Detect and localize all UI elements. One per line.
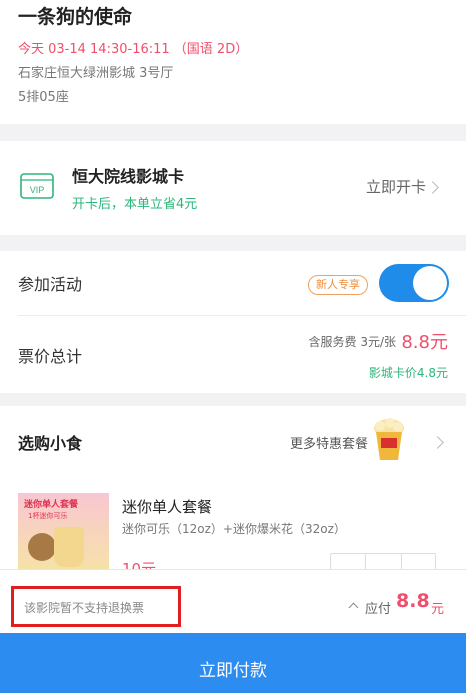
chevron-up-icon[interactable] [348,602,359,613]
snack-name: 迷你单人套餐 [122,498,213,516]
vip-card-icon: VIP [20,173,54,199]
drink-cup-graphic [54,527,84,567]
chevron-right-icon [426,181,439,194]
snacks-title: 选购小食 [18,434,83,453]
price-total-label: 票价总计 [18,347,83,366]
snack-image[interactable]: 迷你单人套餐 1杯迷你可乐 [18,493,109,573]
divider [18,315,466,316]
price-total: 8.8元 [401,332,448,353]
refund-notice: 该影院暂不支持退换票 [24,601,145,615]
seat-info: 5排05座 [18,90,69,105]
refund-notice-highlight: 该影院暂不支持退换票 [11,586,181,627]
show-time: 今天 03-14 14:30-16:11 （国语 2D） [18,42,249,57]
chevron-right-icon[interactable] [431,436,444,449]
activity-price-section: 参加活动 新人专享 票价总计 含服务费 3元/张 8.8元 影城卡价4.8元 [0,251,466,393]
popcorn-icon [374,418,404,460]
pay-amount: 8.8 [396,590,430,612]
movie-info-section: 一条狗的使命 今天 03-14 14:30-16:11 （国语 2D） 石家庄恒… [0,0,466,124]
activity-toggle[interactable] [379,264,449,302]
activity-label: 参加活动 [18,275,83,294]
snack-image-subtitle: 1杯迷你可乐 [28,512,68,520]
pay-now-button[interactable]: 立即付款 [0,633,466,693]
card-promo-row[interactable]: VIP 恒大院线影城卡 开卡后，本单立省4元 立即开卡 [0,141,466,235]
snack-description: 迷你可乐（12oz）+迷你爆米花（32oz） [122,522,346,536]
svg-text:VIP: VIP [30,185,45,195]
bottom-bar: 该影院暂不支持退换票 应付 8.8 元 [0,569,466,633]
popcorn-bucket-graphic [28,533,56,561]
movie-title: 一条狗的使命 [18,6,133,28]
cinema-name: 石家庄恒大绿洲影城 3号厅 [18,66,174,81]
card-description: 开卡后，本单立省4元 [72,197,198,212]
open-card-link[interactable]: 立即开卡 [366,176,426,197]
card-name: 恒大院线影城卡 [72,167,185,186]
new-user-badge: 新人专享 [308,275,368,295]
more-deals-link[interactable]: 更多特惠套餐 [290,433,368,452]
pay-unit: 元 [431,602,445,617]
pay-label: 应付 [365,602,392,617]
snack-image-title: 迷你单人套餐 [24,500,79,510]
card-price: 影城卡价4.8元 [368,366,448,380]
toggle-knob [413,266,447,300]
service-fee: 含服务费 3元/张 [308,335,397,349]
